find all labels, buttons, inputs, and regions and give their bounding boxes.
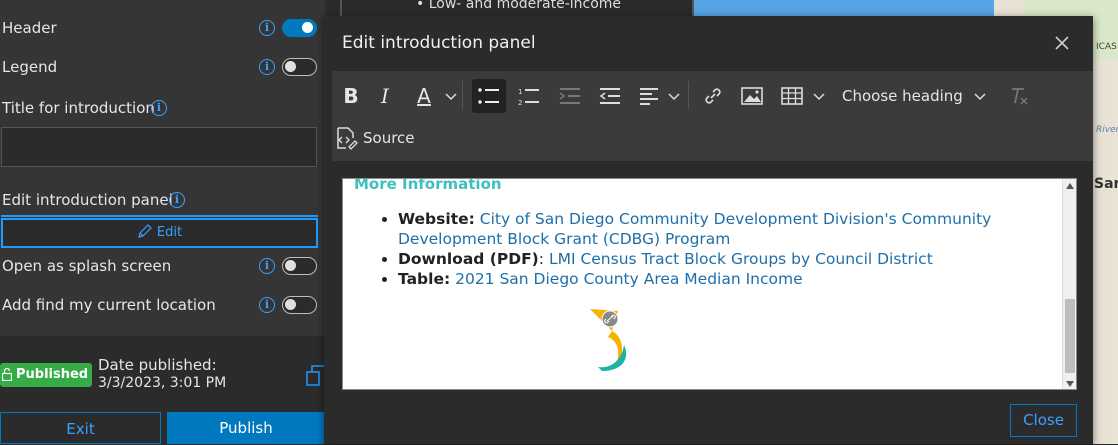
map-label: ICAS bbox=[1096, 42, 1117, 52]
published-badge: Published bbox=[0, 363, 92, 387]
table-link[interactable]: 2021 San Diego County Area Median Income bbox=[455, 270, 803, 288]
info-icon[interactable]: i bbox=[169, 192, 185, 208]
logo-image[interactable] bbox=[588, 307, 632, 373]
numbered-list-button[interactable]: 12 bbox=[512, 79, 546, 113]
info-icon[interactable]: i bbox=[259, 59, 275, 75]
align-button[interactable] bbox=[635, 79, 663, 113]
rich-text-editor[interactable]: More Information Website: City of San Di… bbox=[342, 178, 1077, 390]
source-button-label: Source bbox=[363, 129, 415, 147]
svg-text:1: 1 bbox=[518, 88, 522, 96]
copy-icon[interactable] bbox=[306, 364, 324, 386]
bulleted-list-button[interactable] bbox=[472, 79, 506, 113]
map-label: San bbox=[1094, 176, 1118, 192]
editor-heading: More Information bbox=[354, 178, 502, 193]
publish-button[interactable]: Publish bbox=[167, 412, 325, 444]
source-button[interactable]: Source bbox=[336, 121, 426, 155]
title-intro-input[interactable] bbox=[1, 127, 317, 167]
scroll-up-icon[interactable] bbox=[1066, 183, 1074, 189]
splash-label: Open as splash screen bbox=[2, 257, 172, 275]
decrease-indent-button[interactable] bbox=[554, 79, 586, 113]
legend-toggle[interactable] bbox=[282, 58, 317, 76]
title-intro-label: Title for introduction bbox=[2, 99, 155, 117]
increase-indent-button[interactable] bbox=[594, 79, 626, 113]
info-icon[interactable]: i bbox=[259, 258, 275, 274]
editor-list: Website: City of San Diego Community Dev… bbox=[354, 209, 994, 289]
legend-setting: Legend i bbox=[0, 52, 325, 82]
font-color-button[interactable]: A bbox=[410, 79, 438, 113]
lock-open-icon bbox=[2, 368, 12, 381]
download-link[interactable]: LMI Census Tract Block Groups by Council… bbox=[549, 250, 933, 268]
list-item: Website: City of San Diego Community Dev… bbox=[398, 209, 994, 249]
list-item: Table: 2021 San Diego County Area Median… bbox=[398, 269, 994, 289]
map-label: River bbox=[1096, 125, 1118, 135]
numbered-list-icon: 12 bbox=[518, 88, 539, 107]
exit-button[interactable]: Exit bbox=[0, 412, 161, 444]
edit-intro-label: Edit introduction panel bbox=[2, 191, 173, 209]
edit-intro-setting: Edit introduction panel i bbox=[0, 185, 325, 215]
link-icon bbox=[705, 88, 721, 104]
table-button[interactable] bbox=[776, 79, 808, 113]
splash-toggle[interactable] bbox=[282, 257, 317, 275]
date-published-label: Date published: bbox=[98, 356, 217, 374]
image-button[interactable] bbox=[736, 79, 768, 113]
title-intro-setting: Title for introduction i bbox=[0, 93, 325, 123]
link-button[interactable] bbox=[698, 79, 728, 113]
close-icon[interactable] bbox=[1053, 34, 1071, 52]
header-setting: Header i bbox=[0, 13, 325, 43]
decrease-indent-icon bbox=[559, 88, 580, 104]
bold-button[interactable]: B bbox=[336, 79, 366, 113]
remove-format-button[interactable] bbox=[1004, 79, 1034, 113]
heading-select-label: Choose heading bbox=[842, 87, 963, 105]
info-icon[interactable]: i bbox=[259, 297, 275, 313]
location-toggle[interactable] bbox=[282, 296, 317, 314]
date-published-value: 3/3/2023, 3:01 PM bbox=[98, 375, 227, 391]
edit-button-label: Edit bbox=[156, 225, 183, 240]
website-link[interactable]: City of San Diego Community Development … bbox=[398, 210, 991, 248]
heading-select[interactable]: Choose heading bbox=[842, 79, 994, 113]
editor-scrollbar[interactable] bbox=[1062, 179, 1076, 389]
toolbar-divider bbox=[462, 81, 463, 109]
info-icon[interactable]: i bbox=[151, 100, 167, 116]
chevron-down-icon[interactable] bbox=[445, 93, 457, 101]
legend-label: Legend bbox=[2, 58, 58, 76]
header-label: Header bbox=[2, 19, 57, 37]
scroll-down-icon[interactable] bbox=[1066, 381, 1074, 387]
remove-format-icon bbox=[1012, 88, 1028, 105]
chevron-down-icon[interactable] bbox=[668, 93, 680, 101]
image-icon bbox=[741, 87, 763, 105]
modal-title: Edit introduction panel bbox=[342, 33, 536, 53]
italic-button[interactable]: I bbox=[370, 79, 400, 113]
close-button[interactable]: Close bbox=[1010, 404, 1077, 437]
settings-panel: Header i Legend i Title for introduction… bbox=[0, 0, 325, 444]
splash-setting: Open as splash screen i bbox=[0, 251, 325, 281]
chevron-down-icon[interactable] bbox=[813, 93, 825, 101]
editor-toolbar: B I A 12 Choose heading Source bbox=[332, 71, 1093, 161]
preview-bullet-text: • Low- and moderate-income bbox=[416, 0, 622, 12]
edit-button-focus-ring bbox=[1, 215, 318, 217]
edit-intro-modal: Edit introduction panel B I A 12 Choose … bbox=[324, 16, 1093, 444]
published-badge-label: Published bbox=[16, 367, 89, 382]
align-left-icon bbox=[640, 88, 658, 105]
table-icon bbox=[781, 87, 803, 105]
edit-intro-button[interactable]: Edit bbox=[1, 218, 318, 248]
toolbar-divider bbox=[688, 81, 689, 109]
chevron-down-icon bbox=[974, 93, 986, 101]
scroll-thumb[interactable] bbox=[1065, 299, 1075, 373]
svg-text:2: 2 bbox=[518, 99, 522, 105]
location-setting: Add find my current location i bbox=[0, 290, 325, 320]
list-item: Download (PDF): LMI Census Tract Block G… bbox=[398, 249, 994, 269]
increase-indent-icon bbox=[599, 88, 620, 104]
source-icon bbox=[337, 127, 358, 150]
pencil-icon bbox=[138, 224, 152, 238]
bulleted-list-icon bbox=[478, 88, 499, 104]
location-label: Add find my current location bbox=[2, 296, 216, 314]
info-icon[interactable]: i bbox=[259, 20, 275, 36]
header-toggle[interactable] bbox=[282, 19, 317, 37]
